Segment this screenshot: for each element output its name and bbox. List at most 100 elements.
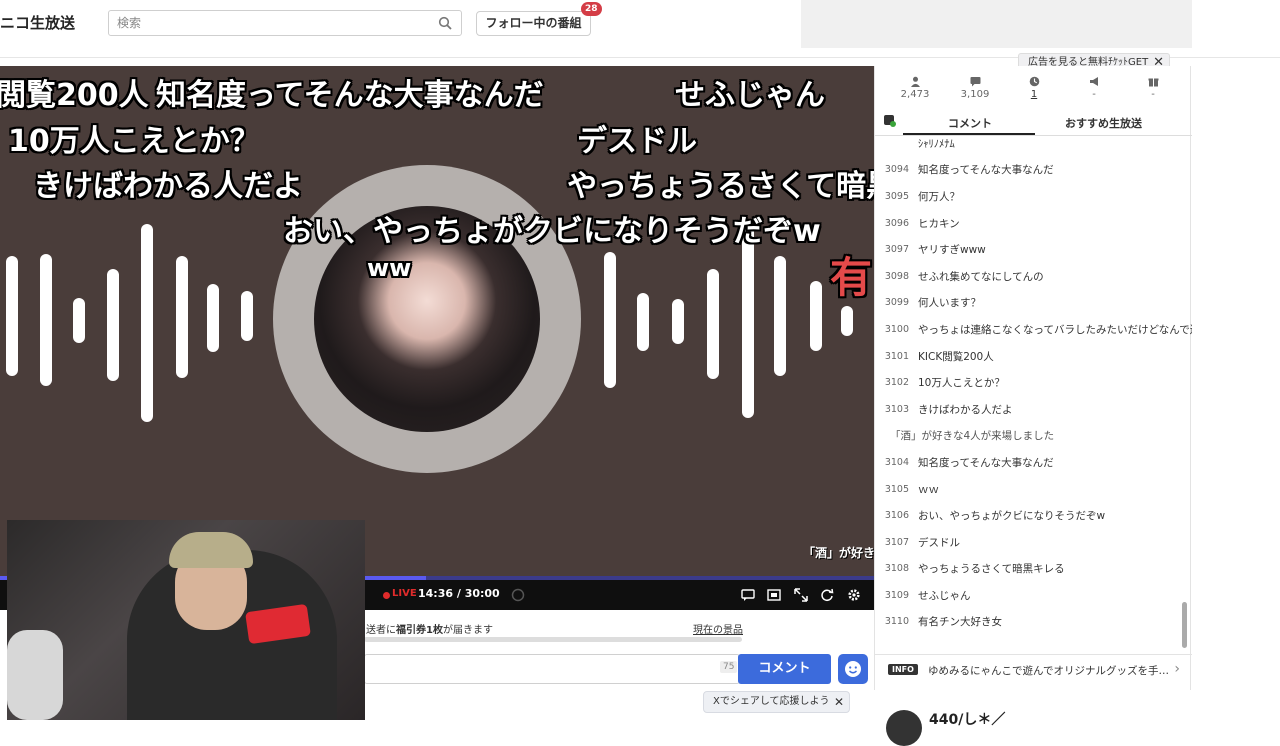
comment-row[interactable]: 3095 何万人？	[875, 183, 1192, 210]
info-bar[interactable]: INFO ゆめみるにゃんこで遊んでオリジナルグッズを手… ›	[875, 654, 1192, 684]
comment-number: 3095	[884, 190, 909, 202]
comment-row[interactable]: 3107 デスドル	[875, 529, 1192, 556]
streamer-hair	[169, 532, 253, 568]
waveform-bar	[6, 256, 18, 376]
comment-text: せふれ集めてなにしてんの	[918, 270, 1044, 283]
comment-text: やっちょは連絡こなくなってバラしたみたいだけどなんで送	[918, 323, 1192, 336]
overlay-comment: おい、やっちょがクビになりそうだぞw	[283, 214, 821, 249]
smile-icon	[845, 661, 861, 677]
channel-name[interactable]: 440/し＊／	[929, 709, 1005, 729]
timeshift-count[interactable]: 1	[1004, 76, 1064, 100]
comment-number: 3096	[884, 217, 909, 229]
close-icon[interactable]: ✕	[834, 692, 844, 712]
gift-points[interactable]: -	[1123, 76, 1183, 100]
comment-text: デスドル	[918, 536, 960, 549]
comment-row[interactable]: 3097 ヤリすぎwww	[875, 236, 1192, 263]
megaphone-icon	[1089, 77, 1098, 86]
webcam-overlay	[7, 520, 365, 720]
comment-row[interactable]: 3101 KICK閲覧200人	[875, 343, 1192, 370]
comment-row[interactable]: 3096 ヒカキン	[875, 210, 1192, 237]
comment-number: 3094	[884, 164, 909, 176]
comment-row[interactable]: ｼｬﾘﾉﾒﾅﾑ	[875, 130, 1192, 157]
comment-row[interactable]: 3104 知名度ってそんな大事なんだ	[875, 449, 1192, 476]
rewind-icon[interactable]	[511, 588, 525, 602]
gift-notice-text: 送者に福引券1枚が届きます	[366, 625, 493, 636]
overlay-comment: せふじゃん	[675, 78, 825, 113]
emoji-button[interactable]	[838, 654, 868, 684]
waveform-bar	[810, 281, 822, 351]
comment-row[interactable]: 3094 知名度ってそんな大事なんだ	[875, 157, 1192, 184]
comment-toggle-icon[interactable]	[741, 588, 755, 602]
overlay-comment: 10万人こえとか？	[8, 124, 260, 159]
reload-icon[interactable]	[820, 588, 834, 602]
comment-number: 3104	[884, 456, 909, 468]
system-message-text: 「酒」が好きな4人が来場しました	[890, 430, 1055, 443]
channel-avatar[interactable]	[886, 710, 922, 746]
settings-gear-icon[interactable]	[847, 588, 861, 602]
tab-recommended[interactable]: おすすめ生放送	[1065, 115, 1142, 131]
waveform-bar	[40, 254, 52, 386]
current-prize-link[interactable]: 現在の景品	[693, 621, 743, 636]
comment-row[interactable]: 3100 やっちょは連絡こなくなってバラしたみたいだけどなんで送	[875, 316, 1192, 343]
info-text[interactable]: ゆめみるにゃんこで遊んでオリジナルグッズを手…	[928, 663, 1169, 678]
comment-number: 3108	[884, 563, 909, 575]
waveform-bar	[742, 226, 754, 418]
live-dot-icon	[383, 592, 390, 599]
site-logo[interactable]: ニコ生放送	[0, 12, 75, 33]
comment-number: 3101	[884, 350, 909, 362]
char-count: 75	[720, 661, 738, 673]
comment-row[interactable]: 3098 せふれ集めてなにしてんの	[875, 263, 1192, 290]
search-input[interactable]	[109, 11, 419, 35]
comment-row[interactable]: 3106 おい、やっちょがクビになりそうだぞw	[875, 502, 1192, 529]
clock-icon	[1029, 76, 1039, 87]
comment-text: ヒカキン	[918, 217, 960, 230]
comment-row[interactable]: 3103 きけばわかる人だよ	[875, 396, 1192, 423]
comment-text: きけばわかる人だよ	[918, 403, 1013, 416]
comment-list[interactable]: ｼｬﾘﾉﾒﾅﾑ 3094 知名度ってそんな大事なんだ 3095 何万人？ 3096 ヒカキン…	[875, 130, 1192, 640]
tab-comments[interactable]: コメント	[948, 115, 992, 131]
comment-settings-icon[interactable]	[883, 114, 897, 128]
comment-input[interactable]	[364, 654, 740, 684]
system-message-row[interactable]: 「酒」が好きな4人が来場しました	[875, 423, 1192, 450]
overlay-comment: 閲覧200人	[0, 78, 149, 113]
comment-number: 3100	[884, 323, 909, 335]
comment-number: 3105	[884, 483, 909, 495]
live-label: LIVE	[392, 588, 417, 599]
waveform-bar	[207, 284, 219, 352]
comment-number: 3110	[884, 616, 909, 628]
waveform-bar	[604, 252, 616, 388]
comment-number: 3098	[884, 270, 909, 282]
share-on-x-chip[interactable]: Xでシェアして応援しよう ✕	[703, 691, 850, 713]
comment-number: 3099	[884, 297, 909, 309]
overlay-comment: 有	[830, 253, 873, 302]
chevron-right-icon[interactable]: ›	[1174, 661, 1180, 677]
comment-row[interactable]: 3099 何人います？	[875, 290, 1192, 317]
microphone-image	[7, 630, 63, 720]
waveform-bar	[141, 224, 153, 422]
comment-submit-button[interactable]: コメント	[738, 654, 831, 684]
ad-banner-slot	[801, 0, 1192, 48]
waveform-bar	[176, 256, 188, 378]
comment-list-scrollbar[interactable]	[1182, 602, 1187, 648]
comment-row[interactable]: 3110 有名チン大好き女	[875, 609, 1192, 636]
overlay-comment: 知名度ってそんな大事なんだ	[156, 78, 544, 113]
following-programs-button[interactable]: フォロー中の番組	[476, 11, 591, 36]
expand-icon[interactable]	[794, 588, 808, 602]
comment-row[interactable]: 3109 せふじゃん	[875, 582, 1192, 609]
comment-number: 3107	[884, 536, 909, 548]
comment-row[interactable]: 3102 10万人こえとか？	[875, 369, 1192, 396]
comment-row[interactable]: 3111ヒント頼むうううううう	[875, 635, 1192, 640]
comment-row[interactable]: 3105 ｗｗ	[875, 476, 1192, 503]
comment-text: 有名チン大好き女	[918, 616, 1002, 629]
viewer-count: 2,473	[885, 76, 945, 100]
picture-in-picture-icon[interactable]	[767, 588, 781, 602]
comment-text: ｼｬﾘﾉﾒﾅﾑ	[918, 137, 955, 150]
ad-points[interactable]: -	[1064, 76, 1124, 100]
waveform-bar	[841, 306, 853, 336]
comment-count: 3,109	[945, 76, 1005, 100]
search-box[interactable]	[108, 10, 462, 36]
comment-panel: 2,473 3,109 1 - - コメント おすすめ生放送 ｼｬﾘﾉﾒﾅﾑ 30…	[874, 66, 1192, 690]
comment-text: やっちょうるさくて暗黒キレる	[918, 563, 1065, 576]
search-icon[interactable]	[438, 16, 452, 30]
comment-row[interactable]: 3108 やっちょうるさくて暗黒キレる	[875, 556, 1192, 583]
